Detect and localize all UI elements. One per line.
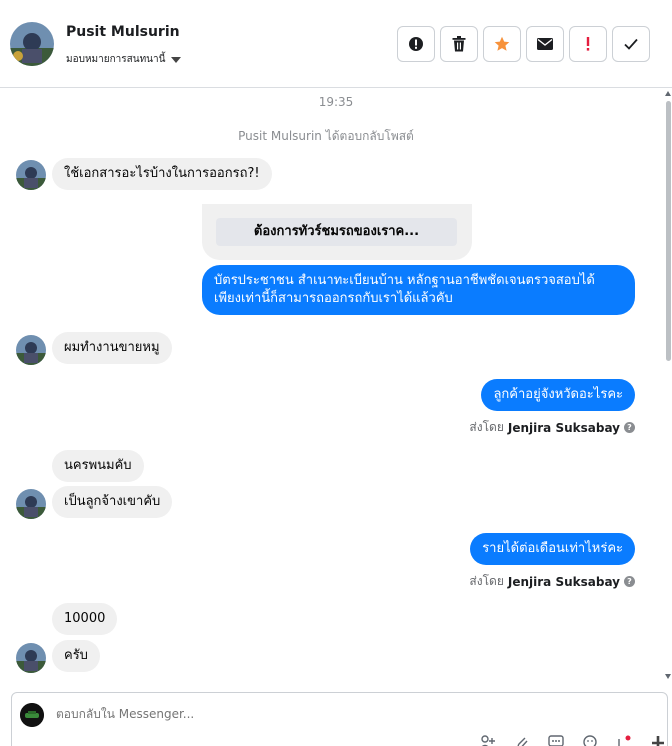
post-card: ต้องการทัวร์ชมรถของเราค...	[202, 204, 472, 260]
saved-replies-button[interactable]	[546, 735, 566, 746]
alert-circle-icon	[409, 37, 423, 51]
mark-done-button[interactable]	[612, 26, 650, 62]
plus-bold-icon	[652, 736, 664, 746]
attach-button[interactable]	[512, 735, 532, 746]
smiley-icon	[583, 735, 597, 746]
star-button[interactable]	[483, 26, 521, 62]
header-actions	[397, 26, 650, 62]
contact-avatar-small	[16, 160, 46, 190]
assign-label: มอบหมายการสนทนานี้	[66, 54, 166, 65]
star-icon	[494, 36, 510, 51]
caret-down-icon	[171, 56, 182, 63]
message-line: บัตรประชาชน สำเนาทะเบียนบ้าน หลักฐานอาชี…	[214, 273, 595, 288]
message-thread[interactable]: 19:35 Pusit Mulsurin ได้ตอบกลับโพสต์ ใช้…	[0, 89, 672, 681]
tag-icon	[618, 735, 631, 746]
help-icon[interactable]: ?	[624, 422, 635, 433]
contact-avatar-small	[16, 489, 46, 519]
follow-up-button[interactable]	[569, 26, 607, 62]
spam-button[interactable]	[397, 26, 435, 62]
contact-avatar-small	[16, 335, 46, 365]
sent-by-prefix: ส่งโดย	[469, 574, 504, 588]
outgoing-message[interactable]: รายได้ต่อเดือนเท่าไหร่คะ	[470, 533, 635, 565]
contact-name[interactable]: Pusit Mulsurin	[66, 24, 180, 40]
reply-input[interactable]	[56, 707, 456, 721]
assign-user-button[interactable]	[478, 735, 498, 746]
incoming-message[interactable]: เป็นลูกจ้างเขาคับ	[52, 486, 173, 518]
more-actions-button[interactable]	[648, 735, 668, 746]
check-icon	[624, 38, 638, 50]
paperclip-icon	[517, 737, 528, 746]
thread-scrollbar[interactable]	[664, 89, 672, 681]
envelope-icon	[537, 38, 553, 50]
post-card-button[interactable]: ต้องการทัวร์ชมรถของเราค...	[216, 218, 457, 246]
mark-unread-button[interactable]	[526, 26, 564, 62]
assign-conversation-dropdown[interactable]: มอบหมายการสนทนานี้	[66, 52, 182, 67]
page-avatar	[20, 703, 44, 727]
incoming-message[interactable]: 10000	[52, 603, 118, 635]
scroll-down-arrow-icon[interactable]	[665, 674, 671, 679]
exclamation-icon	[586, 37, 590, 51]
user-plus-icon	[481, 735, 495, 746]
incoming-message[interactable]: ผมทำงานขายหมู	[52, 332, 172, 364]
contact-avatar[interactable]	[10, 22, 54, 66]
incoming-message[interactable]: ใช้เอกสารอะไรบ้างในการออกรถ?!	[52, 158, 272, 190]
outgoing-message[interactable]: บัตรประชาชน สำเนาทะเบียนบ้าน หลักฐานอาชี…	[202, 265, 635, 315]
label-button[interactable]	[614, 735, 634, 746]
incoming-message[interactable]: ครับ	[52, 640, 100, 672]
sent-by-label: ส่งโดย Jenjira Suksabay ?	[469, 418, 635, 437]
scroll-up-arrow-icon[interactable]	[665, 91, 671, 96]
delete-button[interactable]	[440, 26, 478, 62]
conversation-header: Pusit Mulsurin มอบหมายการสนทนานี้	[0, 0, 672, 88]
message-timestamp: 19:35	[318, 95, 354, 109]
contact-avatar-small	[16, 643, 46, 673]
sent-by-name[interactable]: Jenjira Suksabay	[508, 575, 620, 589]
sent-by-name[interactable]: Jenjira Suksabay	[508, 421, 620, 435]
composer-tools	[478, 735, 668, 746]
sent-by-prefix: ส่งโดย	[469, 420, 504, 434]
help-icon[interactable]: ?	[624, 576, 635, 587]
system-message: Pusit Mulsurin ได้ตอบกลับโพสต์	[238, 129, 414, 143]
incoming-message[interactable]: นครพนมคับ	[52, 450, 144, 482]
scroll-thumb[interactable]	[666, 101, 671, 361]
message-box-icon	[548, 735, 564, 746]
sent-by-label: ส่งโดย Jenjira Suksabay ?	[469, 572, 635, 591]
outgoing-message[interactable]: ลูกค้าอยู่จังหวัดอะไรคะ	[481, 379, 635, 411]
reply-composer	[11, 692, 668, 746]
trash-icon	[452, 36, 466, 52]
emoji-button[interactable]	[580, 735, 600, 746]
message-line: เพียงเท่านี้ก็สามารถออกรถกับเราได้แล้วคั…	[214, 291, 453, 306]
